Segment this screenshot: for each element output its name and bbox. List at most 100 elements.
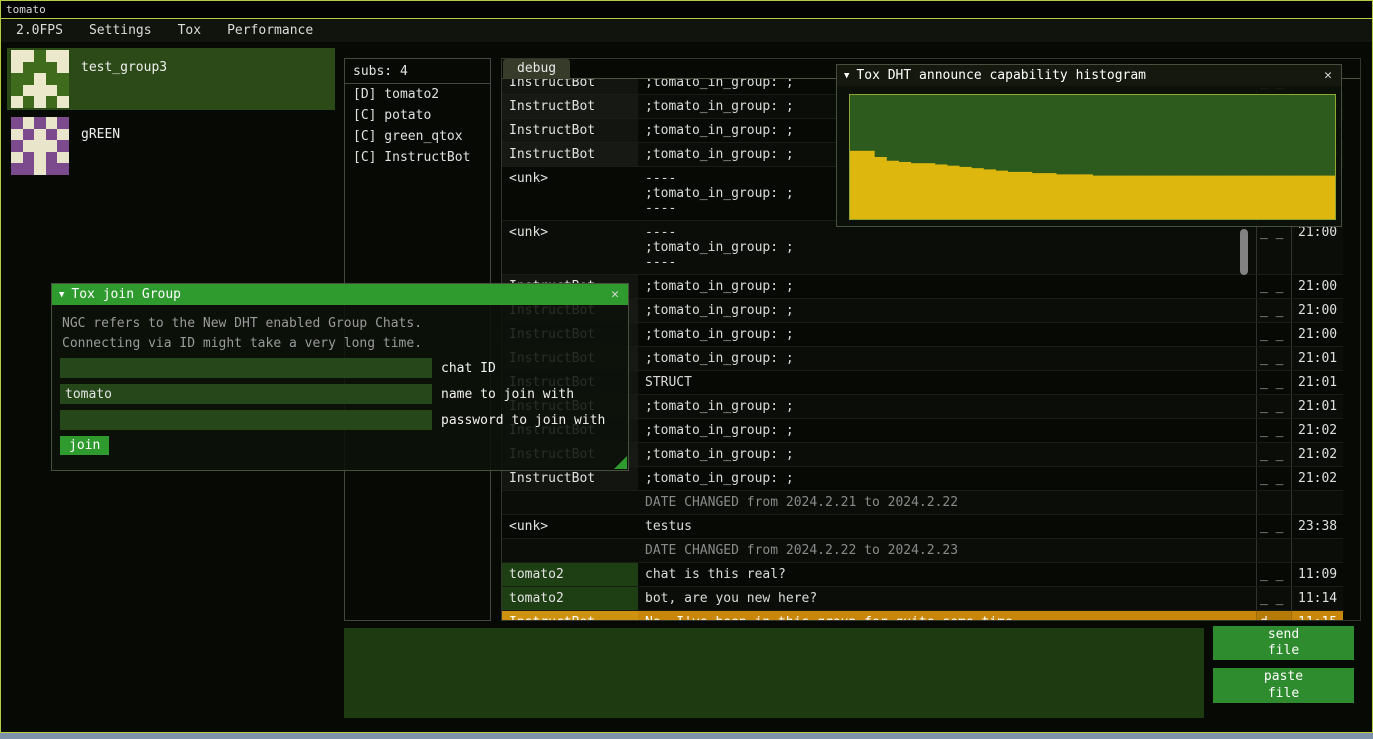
join-password-input[interactable] [60,410,432,430]
join-info-line: Connecting via ID might take a very long… [62,335,620,352]
message-status-flags: _ _ [1256,371,1291,394]
join-name-label: name to join with [441,387,574,402]
contact-list: test_group3 gREEN [7,48,335,182]
message-input[interactable] [344,628,1204,718]
date-separator-text: DATE CHANGED from 2024.2.21 to 2024.2.22 [638,491,1256,514]
message-row: tomato2bot, are you new here?_ _11:14 [502,587,1343,611]
message-text: ;tomato_in_group: ; [638,323,1256,346]
message-text: bot, are you new here? [638,587,1256,610]
message-sender: InstructBot [502,95,638,118]
join-button[interactable]: join [60,436,109,455]
window-title: tomato [6,3,46,16]
message-status-flags: d [1256,611,1291,620]
member-item[interactable]: [D] tomato2 [345,84,490,105]
collapse-icon[interactable]: ▼ [844,71,849,81]
bottom-strip [0,733,1373,739]
message-row: <unk>---- ;tomato_in_group: ; ----_ _21:… [502,221,1343,275]
join-info-line: NGC refers to the New DHT enabled Group … [62,315,620,332]
message-timestamp: 21:02 [1291,443,1343,466]
message-timestamp [1291,539,1343,562]
app-window: tomato 2.0FPSSettingsToxPerformance test… [0,0,1373,733]
join-name-input[interactable] [60,384,432,404]
message-timestamp: 21:00 [1291,323,1343,346]
contact-gREEN[interactable]: gREEN [7,115,335,177]
message-status-flags: _ _ [1256,323,1291,346]
join-group-window: ▼ Tox join Group ✕ NGC refers to the New… [51,283,629,471]
message-row: tomato2chat is this real?_ _11:09 [502,563,1343,587]
subs-count: subs: 4 [345,59,490,84]
message-text: ;tomato_in_group: ; [638,395,1256,418]
message-timestamp: 11:14 [1291,587,1343,610]
message-timestamp: 23:38 [1291,515,1343,538]
message-sender: InstructBot [502,611,638,620]
message-status-flags [1256,539,1291,562]
join-group-window-title: Tox join Group [71,287,181,302]
member-item[interactable]: [C] green_qtox [345,126,490,147]
message-row: <unk>testus_ _23:38 [502,515,1343,539]
message-status-flags [1256,491,1291,514]
desktop: tomato 2.0FPSSettingsToxPerformance test… [0,0,1373,739]
menu-item-performance[interactable]: Performance [214,20,326,41]
menu-bar: 2.0FPSSettingsToxPerformance [1,19,1372,42]
message-text: testus [638,515,1256,538]
date-separator-row: DATE CHANGED from 2024.2.21 to 2024.2.22 [502,491,1343,515]
send-file-button[interactable]: send file [1213,626,1354,660]
message-timestamp: 21:01 [1291,395,1343,418]
date-separator-text: DATE CHANGED from 2024.2.22 to 2024.2.23 [638,539,1256,562]
tab-debug[interactable]: debug [503,59,570,79]
message-status-flags: _ _ [1256,443,1291,466]
message-status-flags: _ _ [1256,299,1291,322]
chat-scrollbar-thumb[interactable] [1240,229,1248,275]
date-separator-row: DATE CHANGED from 2024.2.22 to 2024.2.23 [502,539,1343,563]
message-timestamp: 21:00 [1291,275,1343,298]
message-text: ---- ;tomato_in_group: ; ---- [638,221,1256,274]
histogram-window-titlebar[interactable]: ▼ Tox DHT announce capability histogram … [837,65,1341,86]
contact-avatar-icon [11,117,69,175]
message-timestamp: 21:00 [1291,221,1343,274]
message-text: STRUCT [638,371,1256,394]
message-sender: <unk> [502,515,638,538]
chat-id-input[interactable] [60,358,432,378]
message-sender: InstructBot [502,79,638,94]
chat-id-label: chat ID [441,361,496,376]
message-timestamp: 21:01 [1291,347,1343,370]
message-text: ;tomato_in_group: ; [638,467,1256,490]
message-text: ;tomato_in_group: ; [638,299,1256,322]
contact-name: test_group3 [69,48,167,75]
message-timestamp: 21:02 [1291,467,1343,490]
message-sender: InstructBot [502,119,638,142]
contact-avatar-icon [11,50,69,108]
window-titlebar[interactable]: tomato [1,1,1372,19]
message-status-flags: _ _ [1256,221,1291,274]
message-status-flags: _ _ [1256,275,1291,298]
message-timestamp [1291,491,1343,514]
close-icon[interactable]: ✕ [609,287,621,302]
close-icon[interactable]: ✕ [1322,68,1334,83]
message-timestamp: 11:15 [1291,611,1343,620]
paste-file-button[interactable]: paste file [1213,668,1354,703]
histogram-plot-svg [850,95,1335,219]
message-text: No, I've been in this group for quite so… [638,611,1256,620]
contact-test_group3[interactable]: test_group3 [7,48,335,110]
resize-grip[interactable] [614,456,627,469]
menu-item-2-0fps[interactable]: 2.0FPS [3,20,76,41]
message-sender: <unk> [502,167,638,220]
contact-name: gREEN [69,115,120,142]
collapse-icon[interactable]: ▼ [59,290,64,300]
join-password-label: password to join with [441,413,605,428]
message-status-flags: _ _ [1256,563,1291,586]
message-row: InstructBotNo, I've been in this group f… [502,611,1343,620]
menu-item-settings[interactable]: Settings [76,20,165,41]
message-sender [502,491,638,514]
member-list: [D] tomato2[C] potato[C] green_qtox[C] I… [345,84,490,168]
menu-item-tox[interactable]: Tox [165,20,214,41]
message-text: ;tomato_in_group: ; [638,443,1256,466]
message-timestamp: 11:09 [1291,563,1343,586]
message-status-flags: _ _ [1256,467,1291,490]
message-text: ;tomato_in_group: ; [638,419,1256,442]
histogram-plot [849,94,1336,220]
join-group-window-titlebar[interactable]: ▼ Tox join Group ✕ [52,284,628,305]
join-group-body: NGC refers to the New DHT enabled Group … [52,305,628,455]
member-item[interactable]: [C] InstructBot [345,147,490,168]
member-item[interactable]: [C] potato [345,105,490,126]
